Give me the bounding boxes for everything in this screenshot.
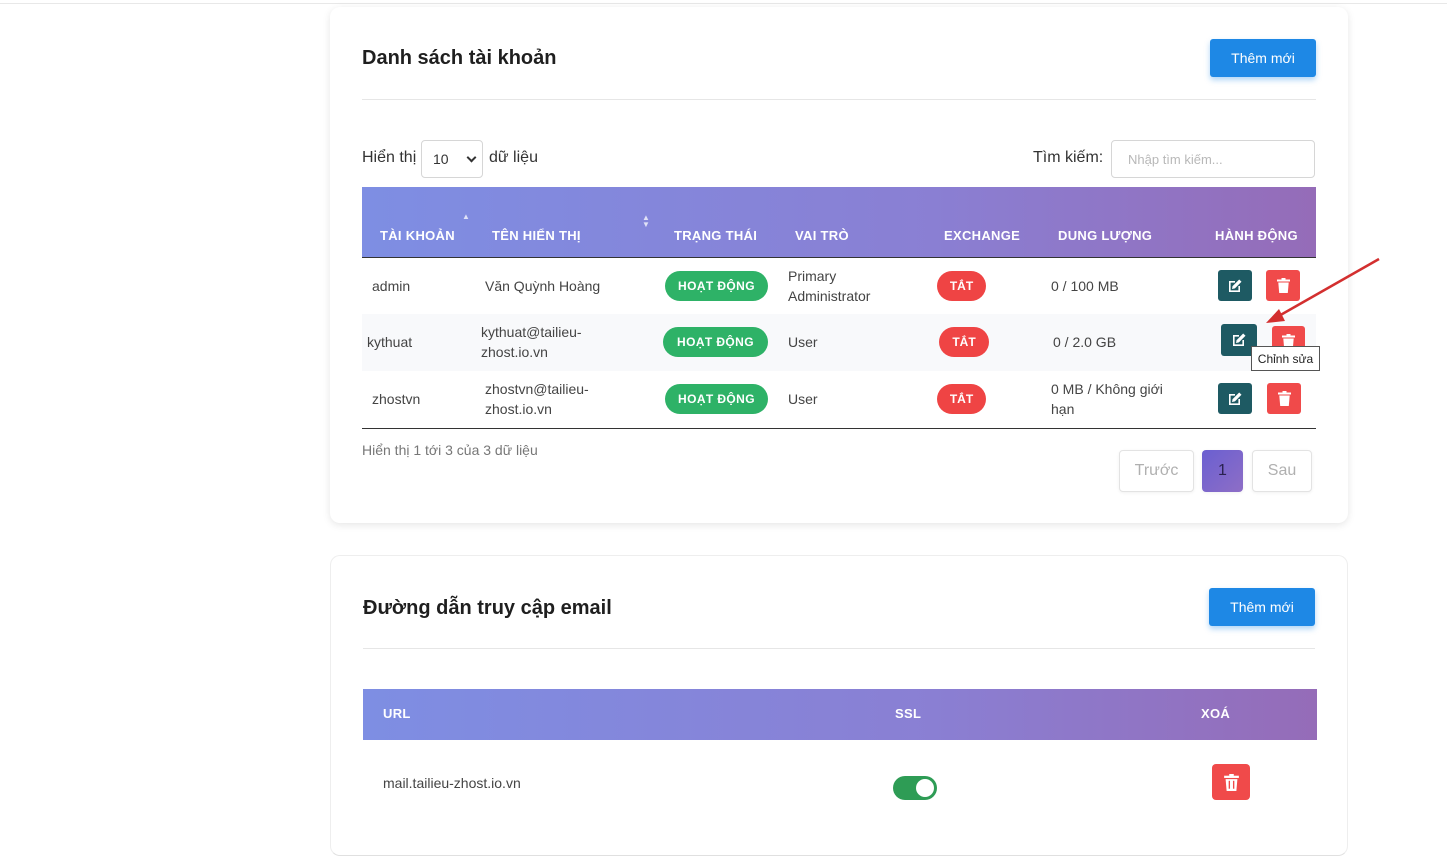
cell-account: kythuat <box>367 334 413 350</box>
pagination-page-1[interactable]: 1 <box>1202 450 1243 492</box>
delete-button[interactable] <box>1266 270 1300 301</box>
edit-tooltip: Chỉnh sửa <box>1251 346 1320 371</box>
url-table-header: URL SSL XOÁ <box>363 689 1317 740</box>
table-bottom-border <box>362 428 1316 429</box>
table-info: Hiển thị 1 tới 3 của 3 dữ liệu <box>362 442 538 458</box>
title-divider <box>363 648 1315 649</box>
edit-button[interactable] <box>1218 383 1252 414</box>
status-badge: HOẠT ĐỘNG <box>663 327 768 357</box>
length-suffix: dữ liệu <box>489 149 538 166</box>
cell-role: Primary Administrator <box>788 268 871 304</box>
edit-icon <box>1229 392 1242 405</box>
cell-url: mail.tailieu-zhost.io.vn <box>383 775 521 791</box>
table-row: kythuat kythuat@tailieu-zhost.io.vn HOẠT… <box>362 314 1316 371</box>
cell-role: User <box>788 391 818 407</box>
status-badge: HOẠT ĐỘNG <box>665 384 768 414</box>
sort-icon: ▲ ▼ <box>642 213 650 229</box>
col-delete: XOÁ <box>1201 706 1231 721</box>
title-divider <box>362 99 1316 100</box>
chevron-down-icon <box>466 152 477 163</box>
edit-icon <box>1229 279 1242 292</box>
pagination-next[interactable]: Sau <box>1252 450 1312 492</box>
top-divider <box>0 3 1447 4</box>
status-badge: HOẠT ĐỘNG <box>665 271 768 301</box>
table-row: mail.tailieu-zhost.io.vn <box>363 740 1317 835</box>
exchange-badge: TẮT <box>937 271 986 301</box>
trash-icon <box>1276 278 1290 293</box>
page-length-value: 10 <box>433 151 449 167</box>
cell-storage: 0 / 2.0 GB <box>1053 334 1117 350</box>
exchange-badge: TẮT <box>937 384 986 414</box>
search-label: Tìm kiếm: <box>1033 149 1104 166</box>
delete-button[interactable] <box>1267 383 1301 414</box>
cell-storage: 0 MB / Không giới hạn <box>1051 381 1163 417</box>
table-row: zhostvn zhostvn@tailieu-zhost.io.vn HOẠT… <box>362 371 1316 428</box>
sort-icon: ▲ <box>462 212 470 221</box>
col-exchange[interactable]: EXCHANGE <box>944 228 1020 243</box>
cell-storage: 0 / 100 MB <box>1051 278 1119 294</box>
add-url-button[interactable]: Thêm mới <box>1209 588 1315 626</box>
search-input[interactable] <box>1111 140 1315 178</box>
trash-icon <box>1277 391 1291 406</box>
accounts-table-header: TÀI KHOẢN ▲ TÊN HIỂN THỊ ▲ ▼ TRẠNG THÁI V… <box>362 187 1316 257</box>
trash-icon <box>1223 773 1239 791</box>
col-account[interactable]: TÀI KHOẢN <box>380 228 455 243</box>
table-row: admin Văn Quỳnh Hoàng HOẠT ĐỘNG Primary … <box>362 258 1316 314</box>
page-length-select[interactable]: 10 <box>421 140 483 178</box>
cell-account: admin <box>372 278 411 294</box>
col-role[interactable]: VAI TRÒ <box>795 228 849 243</box>
cell-display-name: Văn Quỳnh Hoàng <box>485 278 601 294</box>
email-url-title: Đường dẫn truy cập email <box>363 597 612 619</box>
cell-display-name: zhostvn@tailieu-zhost.io.vn <box>485 381 589 417</box>
edit-icon <box>1233 333 1246 346</box>
delete-url-button[interactable] <box>1212 764 1250 800</box>
exchange-badge: TẮT <box>939 327 989 357</box>
col-ssl: SSL <box>895 706 922 721</box>
col-status[interactable]: TRẠNG THÁI <box>674 228 757 243</box>
cell-account: zhostvn <box>372 391 421 407</box>
cell-display-name: kythuat@tailieu-zhost.io.vn <box>481 324 582 360</box>
cell-role: User <box>788 334 818 350</box>
accounts-title: Danh sách tài khoản <box>362 47 557 69</box>
pagination-prev[interactable]: Trước <box>1119 450 1194 492</box>
email-url-card: Đường dẫn truy cập email Thêm mới URL SS… <box>330 555 1348 856</box>
add-account-button[interactable]: Thêm mới <box>1210 39 1316 77</box>
ssl-toggle[interactable] <box>893 776 937 800</box>
edit-button[interactable] <box>1218 270 1252 301</box>
col-storage[interactable]: DUNG LƯỢNG <box>1058 228 1152 243</box>
col-actions: HÀNH ĐỘNG <box>1215 228 1298 243</box>
toggle-knob <box>916 779 934 797</box>
col-url: URL <box>383 706 411 721</box>
accounts-card: Danh sách tài khoản Thêm mới Hiển thị 10… <box>330 7 1348 523</box>
length-prefix: Hiển thị <box>362 149 417 166</box>
col-display-name[interactable]: TÊN HIỂN THỊ <box>492 228 581 243</box>
